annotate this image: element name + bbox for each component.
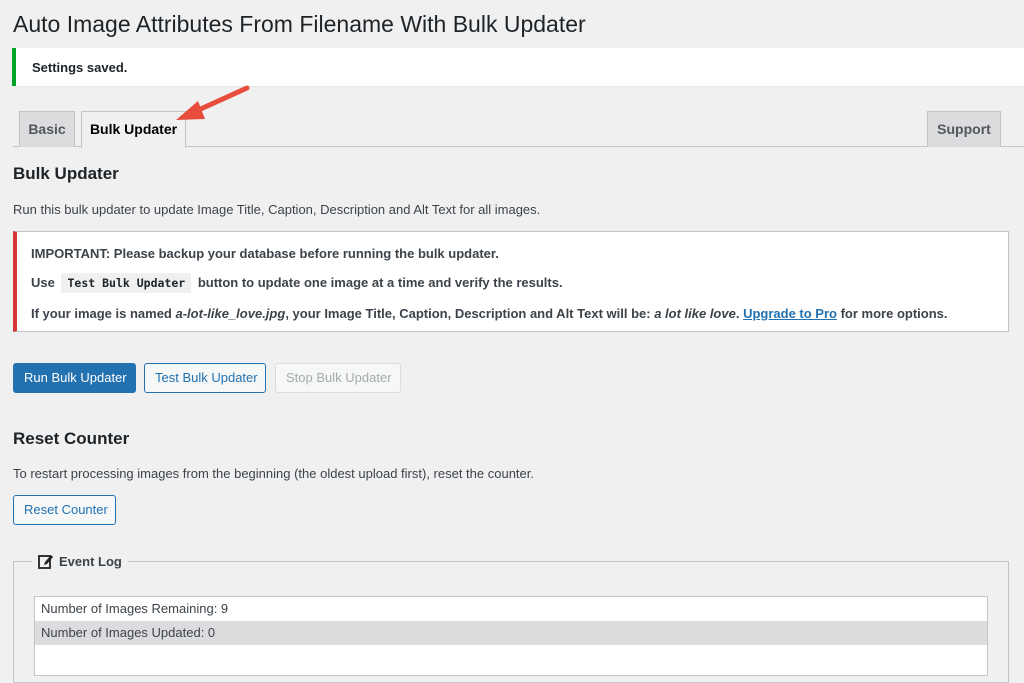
event-log-legend: Event Log	[32, 553, 128, 569]
example-result: a lot like love	[654, 306, 736, 321]
important-line-example: If your image is named a-lot-like_love.j…	[31, 306, 948, 321]
test-bulk-updater-button[interactable]: Test Bulk Updater	[144, 363, 266, 393]
test-bulk-updater-code: Test Bulk Updater	[61, 273, 192, 293]
tab-support[interactable]: Support	[927, 111, 1001, 147]
notice-text: Settings saved.	[32, 60, 128, 75]
reset-counter-description: To restart processing images from the be…	[13, 466, 534, 481]
arrow-annotation-icon	[176, 85, 250, 120]
important-line-test: Use Test Bulk Updater button to update o…	[31, 273, 563, 293]
stop-bulk-updater-button: Stop Bulk Updater	[275, 363, 401, 393]
settings-saved-notice: Settings saved.	[12, 48, 1024, 86]
tab-basic[interactable]: Basic	[19, 111, 75, 147]
edit-icon	[38, 555, 53, 569]
bulk-updater-heading: Bulk Updater	[13, 164, 119, 183]
tab-bulk-updater[interactable]: Bulk Updater	[81, 111, 186, 148]
example-filename: a-lot-like_love.jpg	[175, 306, 286, 321]
important-line-backup: IMPORTANT: Please backup your database b…	[31, 246, 499, 261]
upgrade-to-pro-link[interactable]: Upgrade to Pro	[743, 306, 837, 321]
reset-counter-button[interactable]: Reset Counter	[13, 495, 116, 525]
log-row: Number of Images Remaining: 9	[41, 601, 229, 616]
event-log-box[interactable]: Number of Images Remaining: 9 Number of …	[34, 596, 988, 676]
important-notice: IMPORTANT: Please backup your database b…	[13, 231, 1009, 332]
page-title: Auto Image Attributes From Filename With…	[13, 11, 586, 37]
nav-tabs: Basic Bulk Updater Support	[13, 111, 1024, 148]
run-bulk-updater-button[interactable]: Run Bulk Updater	[13, 363, 136, 393]
bulk-updater-description: Run this bulk updater to update Image Ti…	[13, 202, 541, 217]
reset-counter-heading: Reset Counter	[13, 429, 130, 448]
log-row: Number of Images Updated: 0	[35, 621, 987, 645]
